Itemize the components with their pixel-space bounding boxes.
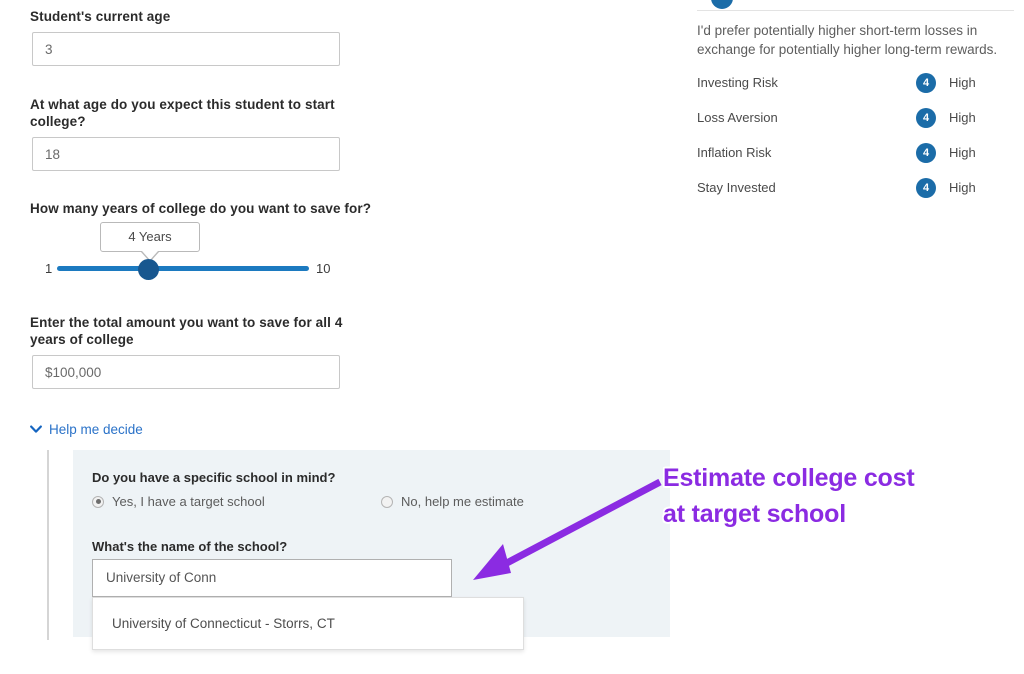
slider-handle[interactable] <box>138 259 159 280</box>
total-amount-label: Enter the total amount you want to save … <box>30 315 343 347</box>
risk-row-inflation-risk: Inflation Risk 4 High <box>697 142 987 164</box>
school-name-input[interactable]: University of Conn <box>92 559 452 597</box>
radio-option-no-label: No, help me estimate <box>401 494 524 509</box>
annotation-line-1: Estimate college cost <box>663 464 915 492</box>
total-amount-value: $100,000 <box>45 365 102 380</box>
slider-max-label: 10 <box>316 261 331 276</box>
specific-school-question-label: Do you have a specific school in mind? <box>92 470 336 485</box>
college-savings-form-screen: Student's current age 3 At what age do y… <box>0 0 1024 674</box>
current-age-label: Student's current age <box>30 9 171 24</box>
risk-level: High <box>949 75 976 90</box>
risk-name: Stay Invested <box>697 180 776 195</box>
help-me-decide-label: Help me decide <box>49 421 143 437</box>
years-of-college-label: How many years of college do you want to… <box>30 201 372 216</box>
annotation-line-2: at target school <box>663 500 846 528</box>
school-name-label: What's the name of the school? <box>92 539 288 554</box>
risk-score-badge: 4 <box>916 73 936 93</box>
slider-tooltip-value: 4 Years <box>128 229 172 244</box>
risk-level: High <box>949 145 976 160</box>
risk-score-badge: 4 <box>916 108 936 128</box>
risk-name: Inflation Risk <box>697 145 772 160</box>
specific-school-radio-group: Yes, I have a target school No, help me … <box>92 494 562 512</box>
risk-name: Investing Risk <box>697 75 778 90</box>
risk-score-badge: 4 <box>916 178 936 198</box>
annotation-callout: Estimate college cost at target school <box>663 460 1003 532</box>
risk-row-loss-aversion: Loss Aversion 4 High <box>697 107 987 129</box>
risk-panel-divider <box>697 10 1014 11</box>
total-amount-input[interactable]: $100,000 <box>32 355 340 389</box>
radio-option-yes-target-school[interactable]: Yes, I have a target school <box>92 494 265 509</box>
risk-profile-description: I'd prefer potentially higher short-term… <box>697 23 998 57</box>
risk-row-stay-invested: Stay Invested 4 High <box>697 177 987 199</box>
risk-profile-panel: I'd prefer potentially higher short-term… <box>697 0 1024 210</box>
years-of-college-slider[interactable]: 4 Years 1 10 <box>0 218 360 288</box>
risk-row-investing-risk: Investing Risk 4 High <box>697 72 987 94</box>
risk-level: High <box>949 180 976 195</box>
help-me-decide-toggle[interactable]: Help me decide <box>30 419 143 439</box>
risk-score-badge: 4 <box>916 143 936 163</box>
radio-option-yes-label: Yes, I have a target school <box>112 494 265 509</box>
school-suggestion-item[interactable]: University of Connecticut - Storrs, CT <box>112 598 335 649</box>
current-age-input[interactable]: 3 <box>32 32 340 66</box>
slider-min-label: 1 <box>45 261 53 276</box>
risk-score-badge-icon <box>711 0 733 9</box>
chevron-down-icon <box>30 425 42 433</box>
help-section-rail <box>47 450 49 640</box>
radio-option-no-estimate[interactable]: No, help me estimate <box>381 494 524 509</box>
start-college-age-value: 18 <box>45 147 61 162</box>
risk-level: High <box>949 110 976 125</box>
risk-name: Loss Aversion <box>697 110 778 125</box>
school-suggestion-dropdown[interactable]: University of Connecticut - Storrs, CT <box>92 597 524 650</box>
school-name-value: University of Conn <box>106 570 217 585</box>
slider-tooltip: 4 Years <box>100 222 200 262</box>
slider-track[interactable] <box>57 266 309 271</box>
start-college-age-input[interactable]: 18 <box>32 137 340 171</box>
start-college-age-label: At what age do you expect this student t… <box>30 97 335 129</box>
radio-selected-icon <box>92 495 104 508</box>
current-age-value: 3 <box>45 42 53 57</box>
radio-unselected-icon <box>381 495 393 508</box>
